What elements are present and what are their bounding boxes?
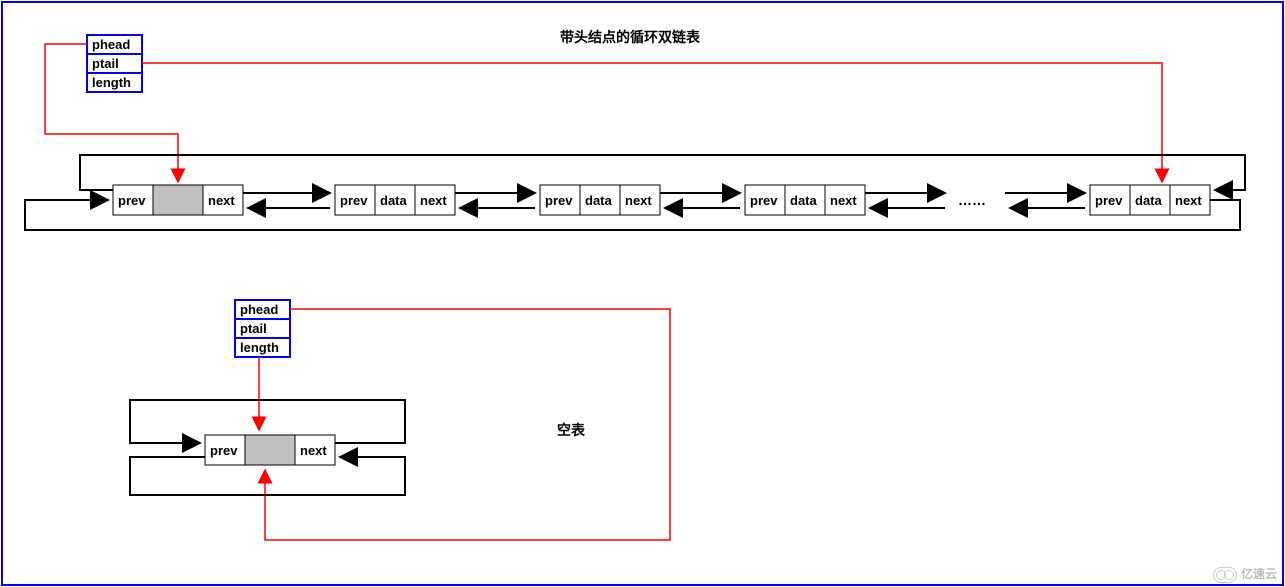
cell-label: prev [340,193,368,208]
cell-label: data [585,193,613,208]
wrap-prev-to-tail [80,155,1245,190]
list-node: prev data next [335,185,455,215]
empty-list-label: 空表 [557,422,586,438]
diagram-frame [2,2,1283,585]
head-node: prev next [113,185,243,215]
cloud-icon [1213,567,1237,583]
watermark: 亿速云 [1213,565,1277,583]
list-node: prev data next [745,185,865,215]
cell-label: next [1175,193,1202,208]
cell-label: prev [118,193,146,208]
empty-ptail-pointer [265,309,670,540]
struct-field: length [92,75,131,90]
last-node: prev data next [1090,185,1210,215]
diagram-title: 带头结点的循环双链表 [560,29,701,45]
struct-field: phead [240,302,278,317]
ptail-pointer [142,63,1162,182]
list-struct-top: phead ptail length [87,35,142,92]
list-struct-bottom: phead ptail length [235,300,290,357]
cell-label: next [420,193,447,208]
struct-field: length [240,340,279,355]
cell-label: data [380,193,408,208]
cell-label: prev [750,193,778,208]
empty-head-node: prev next [205,435,335,465]
cell-label: next [208,193,235,208]
cell-label: next [830,193,857,208]
list-node: prev data next [540,185,660,215]
cell-label: data [1135,193,1163,208]
cell-label: data [790,193,818,208]
cell-label: next [625,193,652,208]
cell-label: prev [545,193,573,208]
cell-label: prev [1095,193,1123,208]
cell-label: prev [210,443,238,458]
struct-field: ptail [92,56,119,71]
watermark-text: 亿速云 [1241,567,1277,581]
cell-label: next [300,443,327,458]
struct-field: phead [92,37,130,52]
ellipsis: …… [958,192,986,208]
struct-field: ptail [240,321,267,336]
